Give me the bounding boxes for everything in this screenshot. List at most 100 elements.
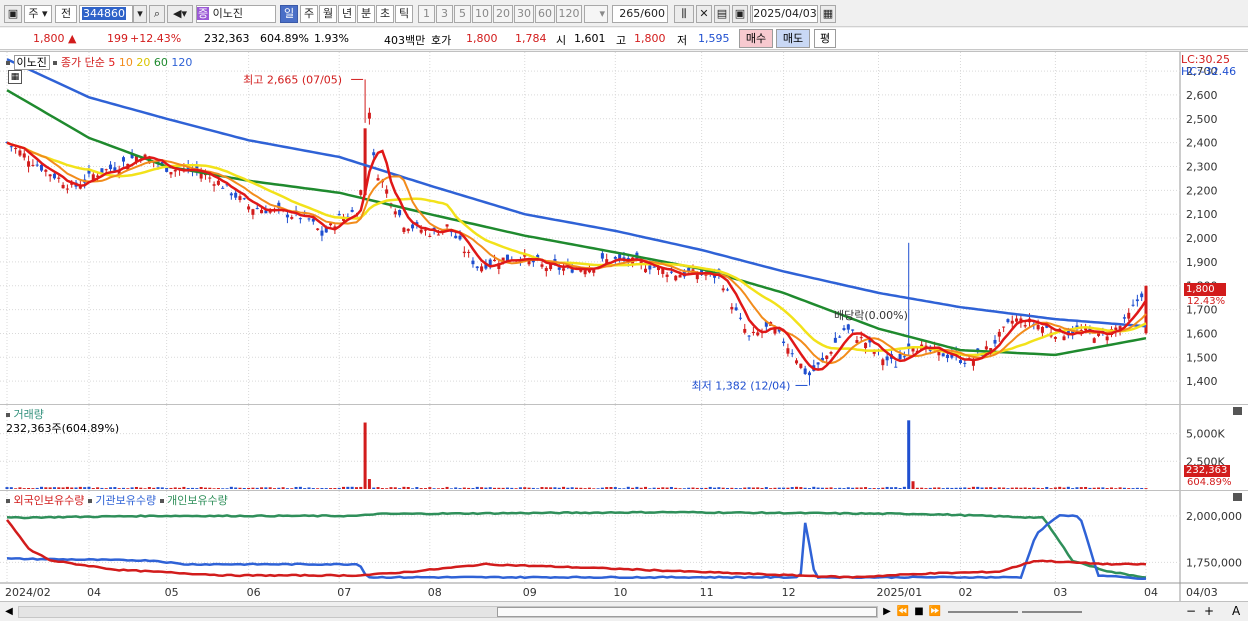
volume-bar — [851, 487, 855, 489]
period-week-label: 주 — [303, 7, 315, 20]
volume-bar — [510, 487, 514, 489]
legend-ma120[interactable]: 120 — [171, 56, 192, 69]
interval-30-button[interactable]: 30 — [514, 5, 534, 23]
interval-5-button[interactable]: 5 — [454, 5, 471, 23]
eval-button[interactable]: 평 — [814, 29, 836, 48]
volume-bar — [618, 488, 622, 489]
window-menu-icon[interactable]: ▣ — [4, 5, 22, 23]
interval-20-button[interactable]: 20 — [493, 5, 513, 23]
legend-ma5[interactable]: 5 — [108, 56, 115, 69]
volume-bar — [1002, 487, 1006, 489]
legend-ma10[interactable]: 10 — [119, 56, 133, 69]
prev-select[interactable]: 전 — [55, 5, 77, 23]
candle-body — [385, 189, 389, 194]
sell-button[interactable]: 매도 — [776, 29, 810, 48]
price-chart-panel[interactable]: 2,700 2,600 2,500 2,400 2,300 2,200 2,100 2,000… — [0, 51, 1248, 405]
save-icon[interactable]: ▤ — [714, 5, 730, 23]
volume-bar — [989, 487, 993, 489]
period-day-button[interactable]: 일 — [280, 5, 298, 23]
volume-bar — [109, 487, 113, 489]
date-input[interactable]: 2025/04/03 — [752, 5, 818, 23]
holdings-close-icon[interactable] — [1233, 493, 1242, 501]
candle-body — [730, 306, 734, 310]
candle-body — [885, 356, 889, 361]
interval-120-button[interactable]: 120 — [556, 5, 582, 23]
candle-body — [644, 268, 648, 273]
interval-1-button[interactable]: 1 — [418, 5, 435, 23]
x-axis-label: 05 — [165, 586, 179, 599]
interval-custom-select[interactable]: ▾ — [584, 5, 608, 23]
legend-ma60[interactable]: 60 — [154, 56, 168, 69]
code-dropdown-icon[interactable]: ▾ — [133, 5, 147, 23]
period-week-button[interactable]: 주 — [300, 5, 318, 23]
candle-body — [40, 164, 44, 171]
legend-ma-type[interactable]: 종가 단순 — [61, 56, 105, 69]
high-annotation: 최고 2,665 (07/05) — [243, 73, 342, 86]
zoom-out-icon[interactable]: − — [1186, 604, 1198, 618]
volume-close-icon[interactable] — [1233, 407, 1242, 415]
calendar-icon[interactable]: ▦ — [820, 5, 836, 23]
legend-ma20[interactable]: 20 — [136, 56, 150, 69]
stock-code-input[interactable]: 344860 — [79, 5, 133, 23]
period-month-button[interactable]: 월 — [319, 5, 337, 23]
volume-bar — [195, 488, 199, 489]
zoom-slider[interactable] — [1022, 611, 1082, 613]
zoom-in-icon[interactable]: + — [1204, 604, 1216, 618]
volume-bar — [665, 487, 669, 489]
market-select[interactable]: 주 ▾ — [24, 5, 52, 23]
period-min-button[interactable]: 분 — [357, 5, 375, 23]
print-icon[interactable]: ▣ — [732, 5, 748, 23]
scroll-track[interactable] — [18, 606, 878, 618]
play-icon[interactable]: ▶ — [880, 605, 894, 619]
stock-name-field[interactable]: 증 이노진 — [196, 5, 276, 23]
candle-body — [1006, 319, 1010, 323]
font-size-icon[interactable]: A — [1232, 604, 1244, 618]
x-axis-label: 2025/01 — [877, 586, 923, 599]
price-y-tick: 2,100 — [1186, 208, 1218, 221]
stop-icon[interactable]: ■ — [912, 605, 926, 619]
volume-bar — [920, 487, 924, 489]
candle-body — [1053, 336, 1057, 339]
scroll-left-icon[interactable]: ◀ — [2, 605, 16, 619]
candle-body — [445, 224, 449, 227]
speed-slider[interactable] — [948, 611, 1018, 613]
period-year-button[interactable]: 년 — [338, 5, 356, 23]
legend-individual[interactable]: 개인보유수량 — [167, 494, 228, 507]
legend-institution[interactable]: 기관보유수량 — [95, 494, 156, 507]
volume-bar — [320, 488, 324, 489]
grid-toggle-icon[interactable]: ▦ — [8, 70, 22, 84]
crosshair-icon[interactable]: ✕ — [696, 5, 712, 23]
holdings-chart-panel[interactable]: 2,000,000 1,750,000 2024/02 04 05 06 07 08 09 10… — [0, 490, 1248, 602]
speaker-icon[interactable]: ◀▾ — [167, 5, 193, 23]
interval-10-label: 10 — [475, 7, 489, 20]
price-change: 199 — [107, 32, 128, 45]
fast-forward-icon[interactable]: ⏩ — [928, 605, 942, 619]
count-input[interactable]: 265/600 — [612, 5, 668, 23]
interval-10-button[interactable]: 10 — [472, 5, 492, 23]
buy-button[interactable]: 매수 — [739, 29, 773, 48]
interval-3-button[interactable]: 3 — [436, 5, 453, 23]
period-sec-button[interactable]: 초 — [376, 5, 394, 23]
legend-stock-name[interactable]: 이노진 — [13, 55, 50, 70]
interval-60-button[interactable]: 60 — [535, 5, 555, 23]
candle-body — [199, 173, 203, 179]
candle-body — [1015, 318, 1019, 322]
volume-bar — [1019, 487, 1023, 489]
search-icon[interactable]: ⌕ — [149, 5, 165, 23]
volume-bar — [833, 488, 837, 489]
candle-body — [234, 192, 238, 198]
volume-chart-panel[interactable]: 5,000K 2,500K 거래량 232,363주(604.89%) 232,3… — [0, 404, 1248, 491]
candle-body — [799, 363, 803, 368]
candle-body — [350, 209, 354, 212]
scroll-thumb[interactable] — [497, 607, 877, 617]
price-chart[interactable]: 2,7002,6002,5002,4002,3002,2002,1002,000… — [0, 52, 1248, 405]
legend-foreign[interactable]: 외국인보유수량 — [14, 494, 85, 507]
volume-chart[interactable]: 5,000K2,500K — [0, 405, 1248, 491]
rewind-icon[interactable]: ⏪ — [896, 605, 910, 619]
volume-bar — [609, 487, 613, 489]
candle-body — [337, 213, 341, 216]
candle-type-icon[interactable]: ⫼ — [674, 5, 694, 23]
candle-body — [169, 172, 173, 175]
chart-scrollbar[interactable]: ◀ ▶ ⏪ ■ ⏩ − + A — [0, 601, 1248, 621]
period-tick-button[interactable]: 틱 — [395, 5, 413, 23]
